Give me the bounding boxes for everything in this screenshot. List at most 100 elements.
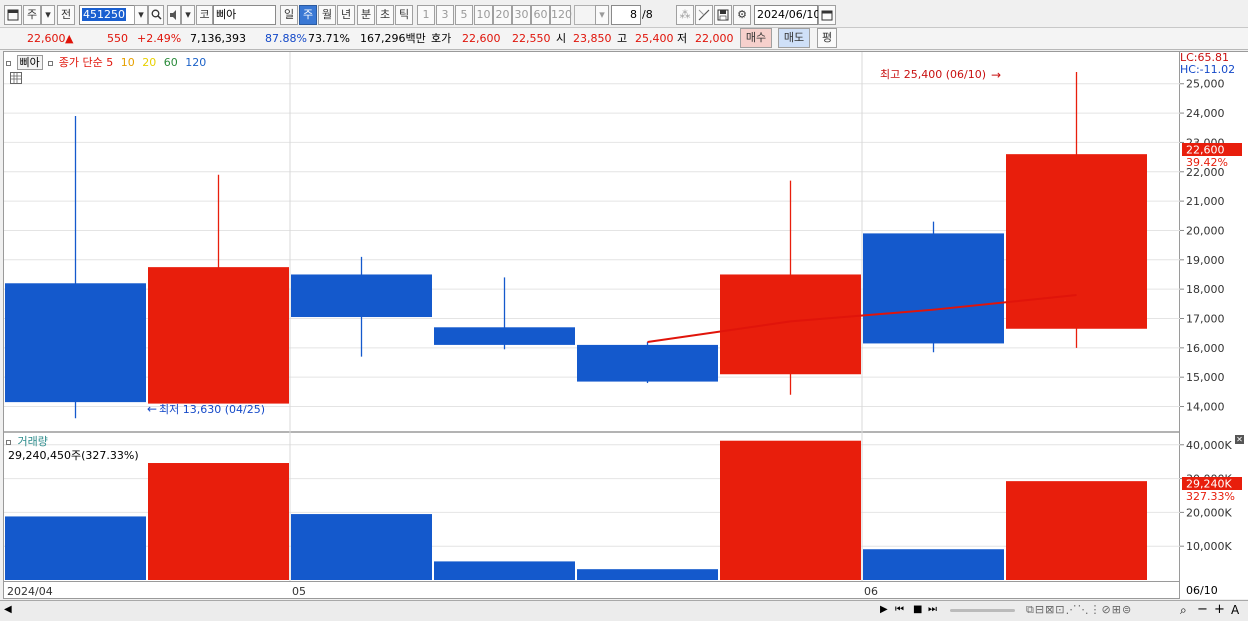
period-month-button[interactable]: 월 (318, 5, 336, 25)
calendar-icon[interactable] (818, 5, 836, 25)
ma-10: 10 (120, 56, 135, 69)
low-annotation: 최저 13,630 (04/25) (159, 403, 265, 416)
interval-10-button[interactable]: 10 (474, 5, 493, 25)
settings-gear-icon[interactable]: ⚙ (733, 5, 751, 25)
price-tick-label: 15,000 (1186, 371, 1225, 384)
low-label: 저 (677, 32, 688, 45)
scroll-right-icon[interactable]: ▶ (880, 604, 888, 615)
period-week-button[interactable]: 주 (299, 5, 317, 25)
candle-body (863, 233, 1004, 344)
drawing-tools-icon[interactable]: ⧉⊟⊠⊡⋰⋱⋮⊘⊞⊜ (1026, 603, 1132, 617)
quote-bar: 22,600 ▲ 550 +2.49% 7,136,393 87.88% 73.… (0, 28, 1248, 50)
candle-body (577, 344, 718, 382)
change-up-arrow-icon: ▲ (65, 32, 74, 45)
trade-amount: 167,296백만 (360, 32, 426, 45)
interval-5-button[interactable]: 5 (455, 5, 473, 25)
magnify-icon[interactable]: ⌕ (1180, 603, 1187, 618)
interval-3-button[interactable]: 3 (436, 5, 454, 25)
code-dropdown-icon[interactable]: ▾ (134, 5, 148, 25)
volume-tick-label: 20,000K (1186, 506, 1232, 519)
bid-label: 호가 (431, 32, 452, 45)
scroll-bar[interactable]: ◀ ▶ ⏮ ■ ⏭ ⧉⊟⊠⊡⋰⋱⋮⊘⊞⊜ ⌕ − + A (0, 600, 1248, 621)
period-year-button[interactable]: 년 (337, 5, 355, 25)
period-tick-button[interactable]: 틱 (395, 5, 413, 25)
price-tick-label: 19,000 (1186, 254, 1225, 267)
speaker-dropdown-icon[interactable]: ▾ (181, 5, 195, 25)
eval-button[interactable]: 평 (817, 28, 837, 48)
current-volume-pct-tag: 327.33% (1186, 490, 1235, 503)
high-price: 25,400 (635, 32, 674, 45)
prev-button[interactable]: 전 (57, 5, 75, 25)
sell-button[interactable]: 매도 (778, 28, 810, 48)
close-pane-icon[interactable]: ✕ (1235, 435, 1244, 444)
draw-line-icon[interactable] (695, 5, 713, 25)
x-axis-label: 06 (864, 585, 878, 598)
pane-handle-icon[interactable] (6, 61, 11, 66)
interval-120-button[interactable]: 120 (550, 5, 572, 25)
speaker-icon[interactable] (167, 5, 181, 25)
period-minute-button[interactable]: 분 (357, 5, 375, 25)
ma-label[interactable]: 종가 단순 (59, 56, 103, 69)
volume-bar (1006, 481, 1147, 580)
window-icon[interactable] (4, 5, 22, 25)
search-icon[interactable] (148, 5, 164, 25)
chart-canvas[interactable]: 2024/04 05 06 ← 최저 13,630 (04/25) 최고 25,40… (4, 52, 1181, 600)
chart-panel[interactable]: 2024/04 05 06 ← 최저 13,630 (04/25) 최고 25,40… (3, 51, 1181, 600)
zoom-in-icon[interactable]: + (1214, 602, 1225, 617)
candle-body (291, 274, 432, 318)
ma-120: 120 (185, 56, 207, 69)
price-tick-label: 14,000 (1186, 401, 1225, 414)
current-price: 22,600 (27, 32, 66, 45)
custom-interval-dropdown-icon[interactable]: ▾ (595, 5, 609, 25)
interval-30-button[interactable]: 30 (512, 5, 531, 25)
ma-handle-icon[interactable] (48, 61, 54, 66)
ma-60: 60 (163, 56, 178, 69)
period-type-button[interactable]: 주 (23, 5, 41, 25)
period-day-button[interactable]: 일 (280, 5, 298, 25)
stock-code-input[interactable]: 451250 (79, 5, 135, 25)
stock-tab[interactable]: 삐아 (16, 55, 43, 70)
open-price: 23,850 (573, 32, 612, 45)
rewind-icon[interactable]: ⏮ (895, 604, 904, 615)
forward-icon[interactable]: ⏭ (928, 604, 937, 615)
volume-bar (434, 561, 575, 580)
volume-handle-icon[interactable] (6, 440, 11, 445)
interval-20-button[interactable]: 20 (493, 5, 512, 25)
table-view-icon[interactable] (10, 72, 22, 84)
volume-bar (720, 440, 861, 580)
volume-tick-label: 10,000K (1186, 540, 1232, 553)
period-second-button[interactable]: 초 (376, 5, 394, 25)
candle-body (434, 327, 575, 345)
custom-interval-field[interactable] (574, 5, 596, 25)
high-label: 고 (617, 32, 628, 45)
save-icon[interactable] (714, 5, 732, 25)
scroll-left-icon[interactable]: ◀ (4, 604, 12, 615)
stock-name-field[interactable]: 삐아 (213, 5, 276, 25)
zoom-out-icon[interactable]: − (1197, 602, 1208, 617)
x-axis-label: 05 (292, 585, 306, 598)
ma-20: 20 (142, 56, 157, 69)
auto-scale-icon[interactable]: A (1231, 603, 1239, 617)
interval-60-button[interactable]: 60 (531, 5, 550, 25)
candle-body (148, 267, 289, 404)
volume-value-note: 29,240,450주(327.33%) (8, 449, 139, 462)
buy-button[interactable]: 매수 (740, 28, 772, 48)
volume-bar (148, 463, 289, 580)
date-input[interactable]: 2024/06/10 (754, 5, 820, 25)
main-toolbar: 주 ▾ 전 451250 ▾ ▾ 코 삐아 일 주 월 년 분 초 틱 1 3 … (0, 0, 1248, 28)
price-tick-label: 16,000 (1186, 342, 1225, 355)
high-annotation: 최고 25,400 (06/10) (880, 68, 986, 81)
compare-icon[interactable]: ⁂ (676, 5, 694, 25)
interval-1-button[interactable]: 1 (417, 5, 435, 25)
stop-icon[interactable]: ■ (913, 604, 922, 615)
volume-tick-label: 40,000K (1186, 439, 1232, 452)
market-tag: 코 (196, 5, 213, 25)
page-number-input[interactable]: 8 (611, 5, 641, 25)
ask-price: 22,600 (462, 32, 501, 45)
volume-ratio: 87.88% (265, 32, 307, 45)
zoom-slider[interactable] (950, 609, 1015, 612)
period-type-dropdown-icon[interactable]: ▾ (41, 5, 55, 25)
price-tick-label: 20,000 (1186, 224, 1225, 237)
price-tick-label: 18,000 (1186, 283, 1225, 296)
volume-bar (863, 549, 1004, 580)
